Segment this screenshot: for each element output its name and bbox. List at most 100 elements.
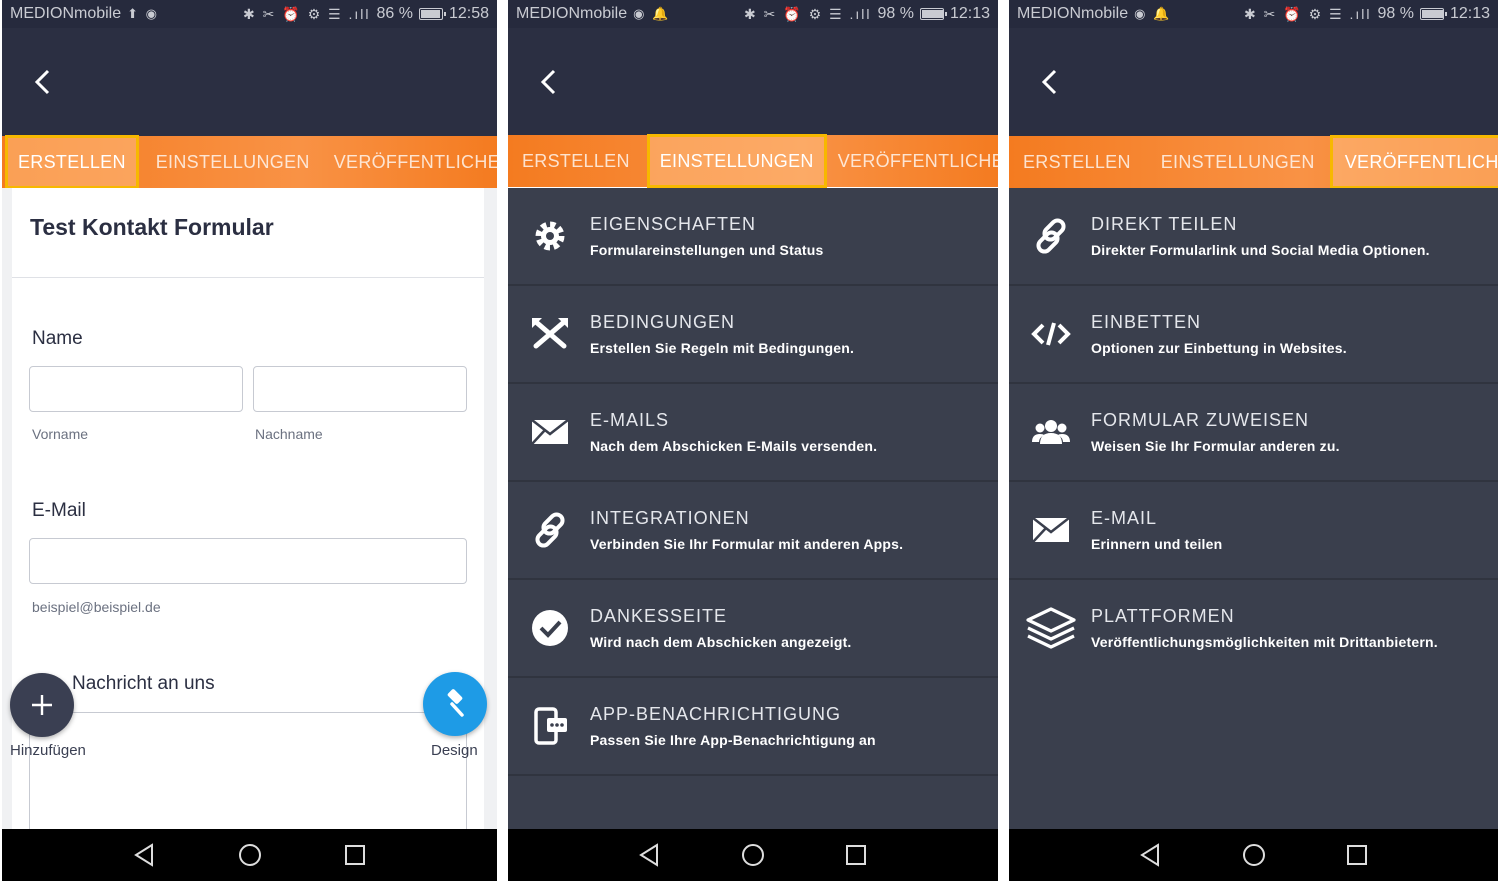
tab-veroeffentlichen[interactable]: VERÖFFENTLICHEN (828, 135, 998, 187)
chevron-left-icon (1041, 69, 1057, 95)
square-recents-icon (1346, 845, 1367, 865)
circle-home-icon (741, 844, 764, 866)
chevron-left-icon (34, 69, 50, 95)
square-recents-icon (846, 845, 867, 865)
status-bar: MEDIONmobile ⬆ ◉ ✱ ✂ ⏰ ⚙ ☰ .ıll 86 % 12:… (2, 0, 497, 28)
clock: 12:13 (1449, 5, 1490, 22)
email-hint: beispiel@beispiel.de (32, 599, 161, 615)
email-input[interactable] (29, 538, 467, 584)
envelope-icon (531, 419, 569, 445)
add-field-button[interactable] (10, 673, 74, 737)
app-bar (508, 28, 998, 136)
battery-percent: 86 % (376, 5, 413, 22)
system-icons: ✱ ✂ ⏰ ⚙ ☰ .ıll (1244, 5, 1372, 22)
tab-einstellungen[interactable]: EINSTELLUNGEN (146, 136, 320, 188)
status-bar: MEDIONmobile ◉ 🔔 ✱ ✂ ⏰ ⚙ ☰ .ıll 98 % 12:… (1009, 0, 1498, 28)
notification-icons: ⬆ ◉ (127, 6, 159, 21)
screen-veroeffentlichen: MEDIONmobile ◉ 🔔 ✱ ✂ ⏰ ⚙ ☰ .ıll 98 % 12:… (1009, 0, 1498, 881)
form-card: Test Kontakt Formular Name Vorname Nachn… (12, 188, 484, 842)
app-bar (1009, 28, 1498, 136)
carrier-name: MEDIONmobile (1017, 5, 1129, 22)
system-icons: ✱ ✂ ⏰ ⚙ ☰ .ıll (243, 5, 371, 22)
nav-recents-button[interactable] (1342, 840, 1372, 870)
battery-icon (1419, 8, 1447, 20)
menu-item-title: BEDINGUNGEN (590, 312, 736, 332)
paint-roller-icon (447, 689, 464, 717)
nav-home-button[interactable] (1239, 840, 1269, 870)
menu-item-title: E-MAILS (590, 410, 670, 430)
menu-item-title: EINBETTEN (1091, 312, 1202, 332)
nav-recents-button[interactable] (841, 840, 871, 870)
menu-item-app-benachrichtigung[interactable]: APP-BENACHRICHTIGUNG Passen Sie Ihre App… (508, 678, 998, 776)
design-button[interactable] (423, 672, 487, 736)
menu-item-dankesseite[interactable]: DANKESSEITE Wird nach dem Abschicken ang… (508, 580, 998, 678)
nav-back-button[interactable] (635, 840, 665, 870)
notification-icons: ◉ 🔔 (633, 6, 671, 21)
tab-erstellen[interactable]: ERSTELLEN (5, 135, 139, 189)
nav-home-button[interactable] (235, 840, 265, 870)
menu-item-title: EIGENSCHAFTEN (590, 214, 757, 234)
menu-item-bedingungen[interactable]: BEDINGUNGEN Erstellen Sie Regeln mit Bed… (508, 286, 998, 384)
code-icon (1031, 322, 1071, 346)
settings-menu: EIGENSCHAFTEN Formulareinstellungen und … (508, 188, 998, 829)
divider (12, 277, 484, 278)
menu-item-integrationen[interactable]: INTEGRATIONEN Verbinden Sie Ihr Formular… (508, 482, 998, 580)
envelope-icon (1032, 517, 1070, 543)
menu-item-plattformen[interactable]: PLATTFORMEN Veröffentlichungsmöglichkeit… (1009, 580, 1498, 678)
tab-einstellungen[interactable]: EINSTELLUNGEN (1151, 136, 1325, 188)
clock: 12:13 (949, 5, 990, 22)
nav-home-button[interactable] (738, 840, 768, 870)
menu-item-subtitle: Formulareinstellungen und Status (590, 242, 824, 258)
clock: 12:58 (448, 5, 489, 22)
nav-back-button[interactable] (1136, 840, 1166, 870)
tab-einstellungen[interactable]: EINSTELLUNGEN (646, 134, 827, 188)
tab-bar: ERSTELLEN EINSTELLUNGEN VERÖFFENTLICHEN (2, 135, 497, 189)
battery-icon (418, 8, 446, 20)
back-button[interactable] (32, 68, 54, 102)
menu-item-direkt-teilen[interactable]: DIREKT TEILEN Direkter Formularlink und … (1009, 188, 1498, 286)
plus-icon (32, 695, 52, 715)
message-textarea[interactable] (29, 712, 467, 842)
message-label: Nachricht an uns (72, 673, 215, 694)
menu-item-title: INTEGRATIONEN (590, 508, 750, 528)
check-circle-icon (532, 610, 568, 646)
square-recents-icon (344, 845, 365, 865)
first-name-hint: Vorname (32, 426, 89, 442)
app-notification-icon (534, 707, 567, 745)
tab-erstellen[interactable]: ERSTELLEN (1013, 136, 1141, 188)
first-name-input[interactable] (29, 366, 243, 412)
menu-item-einbetten[interactable]: EINBETTEN Optionen zur Einbettung in Web… (1009, 286, 1498, 384)
triangle-back-icon (133, 843, 153, 867)
users-icon (1032, 420, 1070, 444)
notification-icons: ◉ 🔔 (1134, 6, 1172, 21)
menu-item-eigenschaften[interactable]: EIGENSCHAFTEN Formulareinstellungen und … (508, 188, 998, 286)
back-button[interactable] (538, 68, 560, 102)
android-nav-bar (1009, 829, 1498, 881)
gear-icon (535, 221, 565, 251)
menu-item-title: FORMULAR ZUWEISEN (1091, 410, 1310, 430)
nav-back-button[interactable] (130, 840, 160, 870)
carrier-name: MEDIONmobile (516, 5, 628, 22)
menu-item-e-mails[interactable]: E-MAILS Nach dem Abschicken E-Mails vers… (508, 384, 998, 482)
app-bar (2, 28, 497, 136)
last-name-input[interactable] (253, 366, 467, 412)
name-label: Name (32, 328, 83, 349)
nav-recents-button[interactable] (340, 840, 370, 870)
status-bar: MEDIONmobile ◉ 🔔 ✱ ✂ ⏰ ⚙ ☰ .ıll 98 % 12:… (508, 0, 998, 28)
tab-erstellen[interactable]: ERSTELLEN (512, 135, 640, 187)
menu-item-e-mail[interactable]: E-MAIL Erinnern und teilen (1009, 482, 1498, 580)
menu-item-subtitle: Direkter Formularlink und Social Media O… (1091, 242, 1430, 258)
circle-home-icon (1242, 844, 1265, 866)
conditions-icon (532, 318, 568, 349)
menu-item-subtitle: Erstellen Sie Regeln mit Bedingungen. (590, 340, 855, 356)
tab-veroeffentlichen[interactable]: VERÖFFENTLICHEN (1329, 135, 1498, 189)
menu-item-formular-zuweisen[interactable]: FORMULAR ZUWEISEN Weisen Sie Ihr Formula… (1009, 384, 1498, 482)
system-icons: ✱ ✂ ⏰ ⚙ ☰ .ıll (744, 5, 872, 22)
tab-veroeffentlichen[interactable]: VERÖFFENTLICHEN (324, 136, 497, 188)
back-button[interactable] (1039, 68, 1061, 102)
publish-menu: DIREKT TEILEN Direkter Formularlink und … (1009, 188, 1498, 829)
menu-item-subtitle: Wird nach dem Abschicken angezeigt. (590, 634, 852, 650)
add-field-label: Hinzufügen (10, 742, 86, 759)
tab-bar: ERSTELLEN EINSTELLUNGEN VERÖFFENTLICHEN (508, 134, 998, 188)
form-builder-area: Test Kontakt Formular Name Vorname Nachn… (2, 188, 497, 842)
